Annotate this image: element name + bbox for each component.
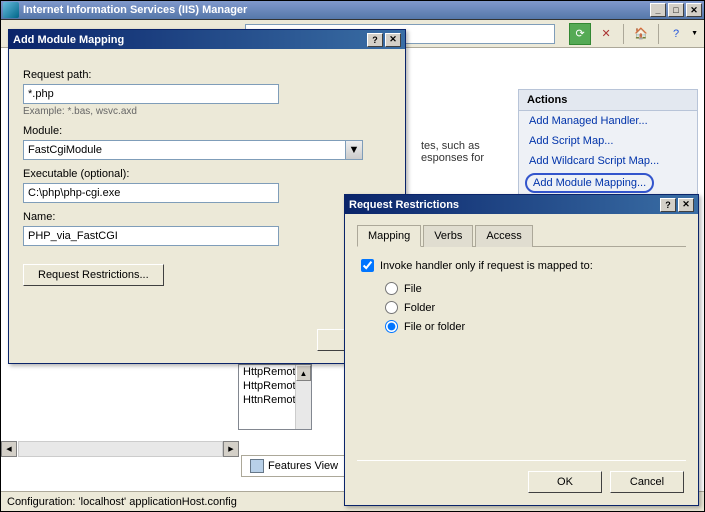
radio-folder-label: Folder: [404, 302, 435, 314]
module-combo[interactable]: ▼: [23, 140, 363, 160]
page-desc-partial: tes, such as esponses for: [421, 140, 484, 164]
request-restrictions-button[interactable]: Request Restrictions...: [23, 264, 164, 286]
tab-features-view[interactable]: Features View: [242, 456, 347, 476]
help-button[interactable]: ?: [367, 33, 383, 47]
home-icon[interactable]: 🏠: [630, 23, 652, 45]
request-path-input[interactable]: [23, 84, 279, 104]
radio-folder[interactable]: [385, 301, 398, 314]
refresh-icon[interactable]: ⟳: [569, 23, 591, 45]
actions-header: Actions: [519, 90, 697, 111]
ok-button[interactable]: OK: [528, 471, 602, 493]
dialog-separator: [357, 460, 686, 461]
action-add-module-mapping-highlight: Add Module Mapping...: [525, 173, 654, 193]
view-tabs: Features View: [241, 455, 348, 477]
req-dialog-titlebar: Request Restrictions ? ✕: [345, 195, 698, 214]
close-button[interactable]: ✕: [678, 198, 694, 212]
scroll-up-icon[interactable]: ▲: [296, 365, 311, 381]
minimize-button[interactable]: _: [650, 3, 666, 17]
list-scrollbar[interactable]: ▲: [295, 365, 311, 429]
iis-icon: [3, 2, 19, 18]
tab-mapping[interactable]: Mapping: [357, 225, 421, 247]
request-restrictions-dialog: Request Restrictions ? ✕ Mapping Verbs A…: [344, 194, 699, 506]
combo-dropdown-icon[interactable]: ▼: [345, 141, 362, 159]
radio-file[interactable]: [385, 282, 398, 295]
invoke-label: Invoke handler only if request is mapped…: [380, 260, 593, 272]
invoke-checkbox[interactable]: [361, 259, 374, 272]
close-button[interactable]: ✕: [686, 3, 702, 17]
main-window-titlebar: Internet Information Services (IIS) Mana…: [1, 1, 704, 20]
close-button[interactable]: ✕: [385, 33, 401, 47]
name-label: Name:: [23, 211, 391, 223]
add-dialog-titlebar: Add Module Mapping ? ✕: [9, 30, 405, 49]
help-button[interactable]: ?: [660, 198, 676, 212]
tab-verbs[interactable]: Verbs: [423, 225, 473, 247]
name-input[interactable]: [23, 226, 279, 246]
module-input[interactable]: [24, 141, 345, 159]
left-scroll-button[interactable]: ◀: [1, 441, 17, 457]
features-view-icon: [250, 459, 264, 473]
action-add-script-map[interactable]: Add Script Map...: [519, 131, 697, 151]
actions-panel: Actions Add Managed Handler... Add Scrip…: [518, 89, 698, 196]
handler-list[interactable]: HttpRemotingHa HttpRemotingHa HttnRemoti…: [238, 364, 312, 430]
req-tabs: Mapping Verbs Access: [357, 224, 686, 247]
horizontal-scrollbar[interactable]: [18, 441, 223, 457]
radio-file-or-folder[interactable]: [385, 320, 398, 333]
help-dropdown-icon[interactable]: ▼: [691, 30, 698, 37]
stop-icon[interactable]: ✕: [595, 23, 617, 45]
separator: [658, 24, 659, 44]
module-label: Module:: [23, 125, 391, 137]
cancel-button[interactable]: Cancel: [610, 471, 684, 493]
radio-file-label: File: [404, 283, 422, 295]
executable-input[interactable]: [23, 183, 279, 203]
right-scroll-button[interactable]: ▶: [223, 441, 239, 457]
action-add-managed-handler[interactable]: Add Managed Handler...: [519, 111, 697, 131]
maximize-button[interactable]: □: [668, 3, 684, 17]
separator: [623, 24, 624, 44]
action-add-module-mapping[interactable]: Add Module Mapping...: [533, 177, 646, 189]
request-path-label: Request path:: [23, 69, 391, 81]
action-add-wildcard-script-map[interactable]: Add Wildcard Script Map...: [519, 151, 697, 171]
request-path-example: Example: *.bas, wsvc.axd: [23, 106, 391, 117]
executable-label: Executable (optional):: [23, 168, 391, 180]
tab-access[interactable]: Access: [475, 225, 532, 247]
radio-file-or-folder-label: File or folder: [404, 321, 465, 333]
status-text: Configuration: 'localhost' applicationHo…: [7, 496, 237, 508]
help-icon[interactable]: ?: [665, 23, 687, 45]
window-title: Internet Information Services (IIS) Mana…: [23, 4, 648, 16]
